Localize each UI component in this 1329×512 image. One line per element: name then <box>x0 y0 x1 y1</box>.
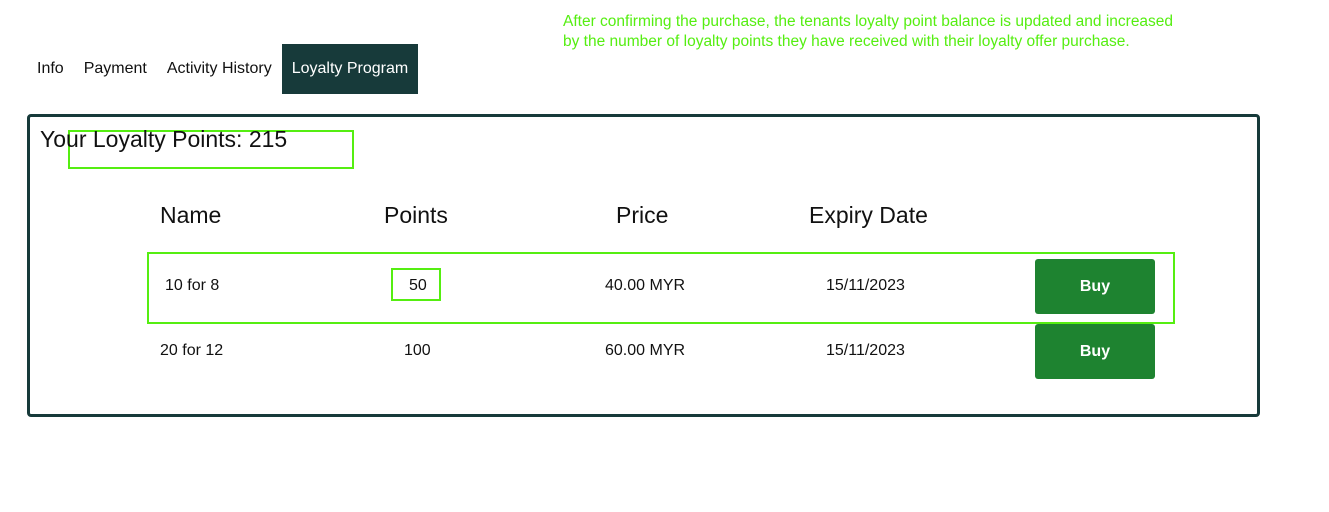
tab-activity-history[interactable]: Activity History <box>157 44 282 94</box>
buy-button[interactable]: Buy <box>1035 324 1155 379</box>
offer-expiry-date: 15/11/2023 <box>826 277 905 294</box>
column-header-expiry-date: Expiry Date <box>809 202 928 228</box>
offer-points: 50 <box>409 277 427 294</box>
offer-name: 20 for 12 <box>160 342 224 359</box>
tab-payment[interactable]: Payment <box>74 44 157 94</box>
tab-info[interactable]: Info <box>27 44 74 94</box>
buy-button[interactable]: Buy <box>1035 259 1155 314</box>
loyalty-points-balance: Your Loyalty Points: 215 <box>40 126 288 152</box>
loyalty-panel: Your Loyalty Points: 215 Name Points Pri… <box>27 114 1260 417</box>
column-header-price: Price <box>616 202 669 228</box>
tab-bar: Info Payment Activity History Loyalty Pr… <box>27 44 419 94</box>
offer-price: 40.00 MYR <box>605 277 686 294</box>
tab-loyalty-program[interactable]: Loyalty Program <box>281 44 419 94</box>
column-header-name: Name <box>160 202 222 228</box>
annotation-line-1: After confirming the purchase, the tenan… <box>563 13 1174 30</box>
annotation-line-2: by the number of loyalty points they hav… <box>563 32 1130 50</box>
offer-points: 100 <box>404 342 431 359</box>
page-root: After confirming the purchase, the tenan… <box>0 0 1329 512</box>
offer-name: 10 for 8 <box>165 277 220 294</box>
annotation-note: After confirming the purchase, the tenan… <box>563 12 1223 51</box>
offer-expiry-date: 15/11/2023 <box>826 342 905 359</box>
column-header-points: Points <box>384 202 448 228</box>
offer-price: 60.00 MYR <box>605 342 686 359</box>
